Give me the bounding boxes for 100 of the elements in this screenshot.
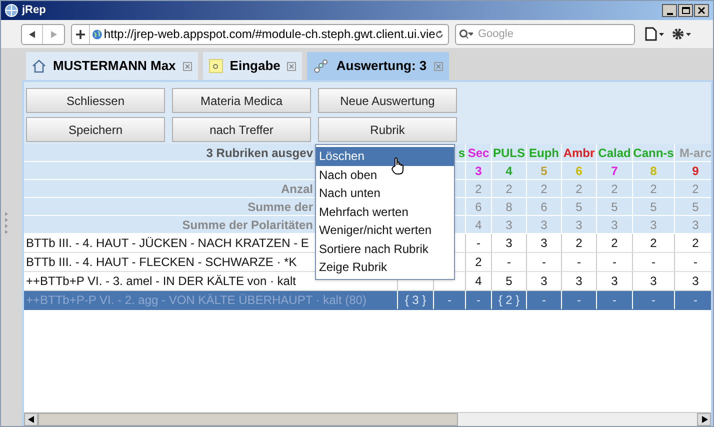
table-cell-text: 2 bbox=[576, 235, 582, 252]
column-header: Calad bbox=[598, 144, 631, 162]
table-cell-text: - bbox=[577, 254, 581, 271]
table-cell-text: 8 bbox=[506, 198, 512, 216]
scroll-left-button[interactable] bbox=[24, 413, 38, 426]
column-header: Euph bbox=[529, 144, 559, 162]
left-arrow-icon bbox=[28, 30, 36, 38]
address-bar[interactable]: http://jrep-web.appspot.com/#module-ch.steph.gwt.client.ui.vie bbox=[71, 24, 449, 44]
table-cell-text: 3 bbox=[611, 273, 618, 290]
table-cell-text: 2 bbox=[611, 180, 618, 198]
table-cell-text: - bbox=[476, 235, 480, 252]
table-cell-text: 2 bbox=[650, 235, 657, 252]
nodes-icon bbox=[313, 59, 330, 73]
row-label: Anzal bbox=[280, 180, 313, 198]
column-header: s bbox=[458, 144, 465, 162]
menu-item[interactable]: Löschen bbox=[316, 147, 454, 166]
house-icon bbox=[32, 59, 46, 73]
hand-cursor-icon bbox=[391, 157, 405, 175]
tab[interactable]: MUSTERMANN Max bbox=[26, 52, 198, 80]
toolbar-button[interactable]: nach Treffer bbox=[172, 117, 311, 142]
table-cell-text: 3 bbox=[650, 216, 657, 234]
table-cell-text: 3 bbox=[540, 273, 548, 290]
table-cell-text: - bbox=[612, 254, 616, 271]
table-cell-text: 3 bbox=[540, 235, 548, 252]
column-header: Ambr bbox=[563, 144, 595, 162]
table-cell-text: 2 bbox=[576, 180, 582, 198]
table-cell-text: 4 bbox=[475, 273, 482, 290]
table-cell-text: { 3 } bbox=[404, 292, 426, 309]
menu-item[interactable]: Nach oben bbox=[316, 166, 454, 184]
scroll-right-button[interactable] bbox=[697, 413, 711, 426]
row-label: Summe der Polaritäten bbox=[182, 216, 313, 234]
table-row[interactable]: ++BTTb+P VI. - 3. amel - IN DER KÄLTE von · kalt 4 5 3 3 3 3 3 bbox=[24, 272, 711, 291]
table-cell-text: 3 bbox=[506, 235, 512, 252]
maximize-button[interactable] bbox=[678, 4, 693, 17]
toolbar-button[interactable]: Schliessen bbox=[26, 88, 165, 113]
column-header: Sec bbox=[468, 144, 490, 162]
search-icon bbox=[459, 28, 473, 40]
search-field[interactable]: Google bbox=[455, 24, 635, 44]
toolbar-button[interactable]: Materia Medica bbox=[172, 88, 311, 113]
table-cell-text: 2 bbox=[540, 180, 548, 198]
table-cell-text: 3 bbox=[650, 273, 657, 290]
page-icon[interactable] bbox=[645, 27, 665, 41]
menu-item[interactable]: Nach unten bbox=[316, 184, 454, 202]
table-cell-text: 2 bbox=[692, 235, 699, 252]
table-cell-text: 2 bbox=[692, 180, 699, 198]
table-cell-text: - bbox=[577, 292, 581, 309]
rubric-text: BTTb III. - 4. HAUT - FLECKEN - SCHWARZE · *K bbox=[26, 254, 297, 271]
table-cell-text: 3 bbox=[576, 216, 582, 234]
horizontal-scrollbar[interactable] bbox=[24, 412, 711, 426]
table-cell-text: 3 bbox=[611, 216, 618, 234]
tab[interactable]: Eingabe bbox=[202, 52, 302, 80]
table-cell-text: - bbox=[542, 254, 546, 271]
rubric-text: BTTb III. - 4. HAUT - JÜCKEN - NACH KRATZEN - E bbox=[26, 235, 309, 252]
tab[interactable]: Auswertung: 3 bbox=[307, 52, 449, 80]
table-cell-text: 3 bbox=[576, 273, 582, 290]
table-cell-text: 2 bbox=[506, 180, 512, 198]
close-icon[interactable] bbox=[287, 62, 296, 70]
table-cell-text: 6 bbox=[475, 198, 482, 216]
table-cell-text: 4 bbox=[475, 216, 482, 234]
table-cell-text: 5 bbox=[692, 198, 699, 216]
left-arrow-icon bbox=[28, 416, 34, 423]
rubric-text: ++BTTb+P-P VI. - 2. agg - VON KÄLTE ÜBERHAUPT · kalt (80) bbox=[26, 292, 366, 309]
toolbar-button[interactable]: Speichern bbox=[26, 117, 165, 142]
column-number: 9 bbox=[692, 162, 699, 180]
column-number: 3 bbox=[475, 162, 482, 180]
table-cell-text: 2 bbox=[475, 180, 482, 198]
table-cell-text: - bbox=[476, 292, 480, 309]
table-cell-text: - bbox=[694, 254, 698, 271]
table-cell-text: 2 bbox=[611, 235, 618, 252]
table-cell-text: { 2 } bbox=[498, 292, 520, 309]
close-icon[interactable] bbox=[182, 62, 192, 70]
column-header: Cann-s bbox=[633, 144, 674, 162]
gear-icon[interactable] bbox=[671, 27, 693, 41]
table-cell-text: - bbox=[612, 292, 616, 309]
table-cell-text: - bbox=[448, 292, 452, 309]
table-cell-text: 2 bbox=[650, 180, 657, 198]
close-button[interactable] bbox=[694, 4, 709, 17]
table-cell-text: - bbox=[652, 254, 656, 271]
column-number: 8 bbox=[650, 162, 657, 180]
table-cell-text: - bbox=[694, 292, 698, 309]
table-cell-text: - bbox=[542, 292, 546, 309]
menu-item[interactable]: Weniger/nicht werten bbox=[316, 221, 454, 240]
menu-item[interactable]: Sortiere nach Rubrik bbox=[316, 240, 454, 258]
toolbar-button[interactable]: Rubrik bbox=[318, 117, 457, 142]
minimize-button[interactable] bbox=[662, 4, 677, 17]
table-cell-text: 5 bbox=[576, 198, 582, 216]
close-icon bbox=[698, 7, 705, 14]
plus-icon[interactable] bbox=[76, 30, 85, 38]
toolbar-button[interactable]: Neue Auswertung bbox=[318, 88, 457, 113]
scroll-thumb[interactable] bbox=[38, 413, 458, 426]
right-arrow-icon bbox=[700, 416, 708, 423]
menu-item[interactable]: Mehrfach werten bbox=[316, 202, 454, 221]
splitter-handle-icon[interactable] bbox=[5, 212, 9, 234]
table-title: 3 Rubriken ausgev bbox=[206, 144, 313, 162]
column-header: PULS bbox=[492, 144, 525, 162]
reload-icon[interactable] bbox=[435, 28, 444, 40]
column-number: 4 bbox=[506, 162, 512, 180]
table-cell-text: 5 bbox=[506, 273, 512, 290]
table-cell-text: 2 bbox=[475, 254, 482, 271]
table-row[interactable]: ++BTTb+P-P VI. - 2. agg - VON KÄLTE ÜBERHAUPT · kalt (80) { 3 } - - { 2 } - - - - - bbox=[24, 291, 711, 310]
